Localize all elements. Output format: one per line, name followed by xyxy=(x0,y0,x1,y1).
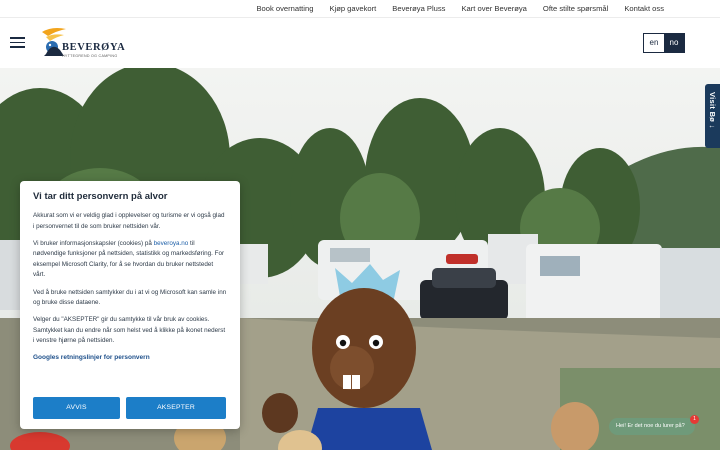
top-nav-item[interactable]: Kontakt oss xyxy=(624,4,664,13)
beveroya-link[interactable]: beveroya.no xyxy=(154,240,189,247)
cookie-title: Vi tar ditt personvern på alvor xyxy=(33,191,168,202)
lang-no-button[interactable]: no xyxy=(664,34,684,52)
cookie-consent-dialog: Vi tar ditt personvern på alvor Akkurat … xyxy=(20,181,240,429)
cookie-paragraph-2: Vi bruker informasjonskapsler (cookies) … xyxy=(33,239,227,281)
cookie-paragraph-1: Akkurat som vi er veldig glad i opplevel… xyxy=(33,212,225,230)
chat-bubble[interactable]: Hei! Er det noe du lurer på? xyxy=(609,418,695,435)
hamburger-menu-icon[interactable] xyxy=(10,37,25,48)
visit-bo-label: Visit Bø ↓ xyxy=(708,92,717,129)
language-switcher: en no xyxy=(643,33,685,53)
cookie-paragraph-3: Ved å bruke nettsiden samtykker du i at … xyxy=(33,288,227,307)
logo-tagline: HYTTEGREND OG CAMPING xyxy=(62,54,118,58)
google-privacy-link[interactable]: Googles retningslinjer for personvern xyxy=(33,354,227,361)
reject-button[interactable]: AVVIS xyxy=(33,397,120,419)
top-nav-item[interactable]: Book overnatting xyxy=(256,4,313,13)
site-header: BEVERØYA HYTTEGREND OG CAMPING en no xyxy=(0,18,720,68)
logo-wordmark: BEVERØYA xyxy=(62,42,126,53)
cookie-buttons: AVVIS AKSEPTER xyxy=(33,397,226,419)
top-nav-item[interactable]: Kart over Beverøya xyxy=(461,4,526,13)
top-nav-list: Book overnatting Kjøp gavekort Beverøya Pl… xyxy=(240,4,664,13)
top-nav-item[interactable]: Ofte stilte spørsmål xyxy=(543,4,608,13)
top-utility-nav: Book overnatting Kjøp gavekort Beverøya Pl… xyxy=(0,0,720,18)
top-nav-item[interactable]: Beverøya Pluss xyxy=(392,4,445,13)
accept-button[interactable]: AKSEPTER xyxy=(126,397,226,419)
chat-notification-badge: 1 xyxy=(690,415,699,424)
visit-bo-tab[interactable]: Visit Bø ↓ xyxy=(705,84,720,148)
top-nav-item[interactable]: Kjøp gavekort xyxy=(329,4,376,13)
lang-en-button[interactable]: en xyxy=(644,34,664,52)
cookie-paragraph-4: Velger du "AKSEPTER" gir du samtykke til… xyxy=(33,316,226,345)
cookie-p2-before: Vi bruker informasjonskapsler (cookies) … xyxy=(33,239,154,247)
